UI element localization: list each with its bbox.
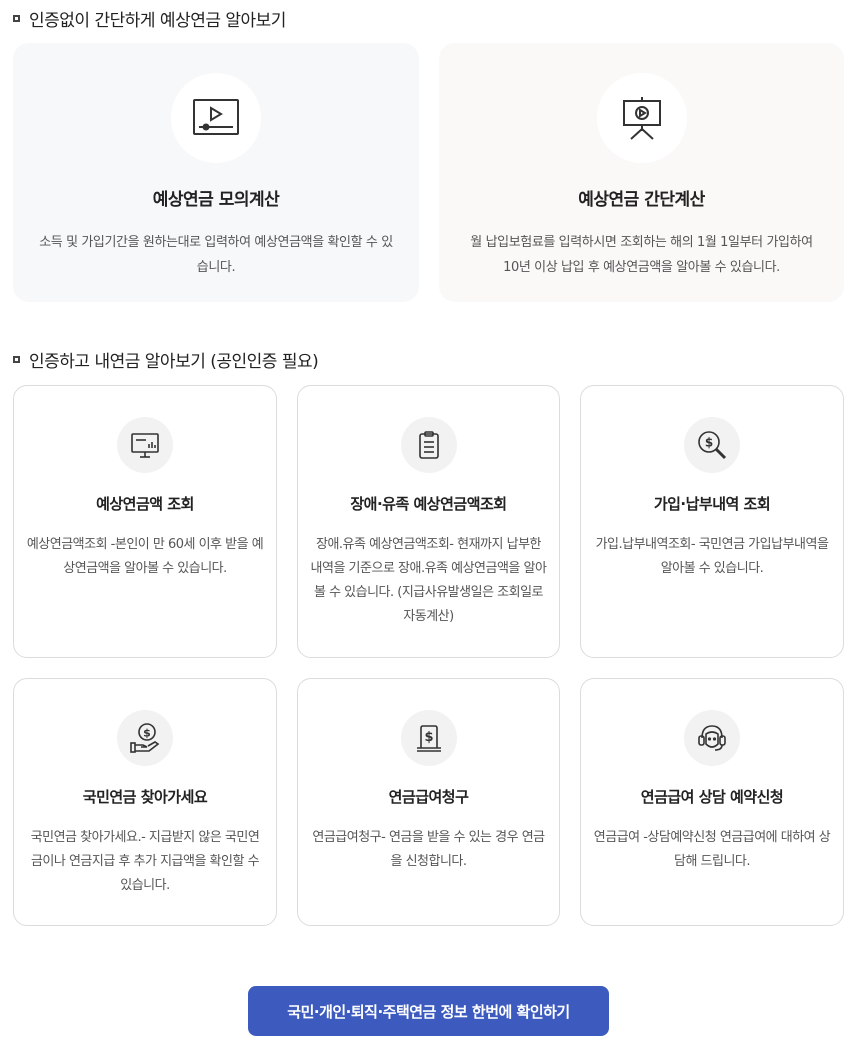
dollar-hand-icon: $ xyxy=(117,710,173,766)
section-title-simple: 인증없이 간단하게 예상연금 알아보기 xyxy=(13,6,286,31)
dollar-search-icon: $ xyxy=(684,417,740,473)
monitor-chart-icon xyxy=(117,417,173,473)
svg-text:$: $ xyxy=(705,436,713,450)
card-disability-survivor-inquiry[interactable]: 장애·유족 예상연금액조회 장애.유족 예상연금액조회- 현재까지 납부한 내역… xyxy=(297,385,560,658)
svg-text:$: $ xyxy=(424,730,433,745)
card-title: 가입·납부내역 조회 xyxy=(653,495,771,513)
card-expected-pension-inquiry[interactable]: 예상연금액 조회 예상연금액조회 -본인이 만 60세 이후 받을 예상연금액을… xyxy=(13,385,277,658)
card-find-pension[interactable]: $ 국민연금 찾아가세요 국민연금 찾아가세요.- 지급받지 않은 국민연금이나… xyxy=(13,678,277,926)
card-title: 예상연금 간단계산 xyxy=(578,190,705,210)
card-simple-calculation[interactable]: 예상연금 간단계산 월 납입보험료를 입력하시면 조회하는 해의 1월 1일부터… xyxy=(439,43,844,302)
card-subscription-payment-inquiry[interactable]: $ 가입·납부내역 조회 가입.납부내역조회- 국민연금 가입납부내역을 알아볼… xyxy=(580,385,844,658)
card-consultation-reservation[interactable]: 연금급여 상담 예약신청 연금급여 -상담예약신청 연금급여에 대하여 상담해 … xyxy=(580,678,844,926)
card-title: 국민연금 찾아가세요 xyxy=(82,788,208,806)
check-all-pensions-button[interactable]: 국민·개인·퇴직·주택연금 정보 한번에 확인하기 xyxy=(248,986,609,1036)
video-player-icon xyxy=(171,73,261,163)
card-description: 연금급여 -상담예약신청 연금급여에 대하여 상담해 드립니다. xyxy=(593,830,831,869)
card-mock-calculation[interactable]: 예상연금 모의계산 소득 및 가입기간을 원하는대로 입력하여 예상연금액을 확… xyxy=(13,43,419,302)
card-title: 연금급여청구 xyxy=(388,788,469,806)
headset-icon xyxy=(684,710,740,766)
card-description: 국민연금 찾아가세요.- 지급받지 않은 국민연금이나 연금지급 후 추가 지급… xyxy=(30,830,260,893)
card-description: 가입.납부내역조회- 국민연금 가입납부내역을 알아볼 수 있습니다. xyxy=(595,537,829,576)
svg-text:$: $ xyxy=(143,727,151,740)
card-title: 연금급여 상담 예약신청 xyxy=(640,788,784,806)
dollar-document-icon: $ xyxy=(400,710,457,766)
card-title: 장애·유족 예상연금액조회 xyxy=(350,495,507,513)
card-description: 예상연금액조회 -본인이 만 60세 이후 받을 예상연금액을 알아볼 수 있습… xyxy=(26,537,264,576)
card-title: 예상연금액 조회 xyxy=(96,495,194,513)
card-description: 장애.유족 예상연금액조회- 현재까지 납부한 내역을 기준으로 장애.유족 예… xyxy=(310,537,547,624)
card-description: 소득 및 가입기간을 원하는대로 입력하여 예상연금액을 확인할 수 있습니다. xyxy=(39,235,393,275)
card-title: 예상연금 모의계산 xyxy=(152,190,280,210)
card-pension-benefit-claim[interactable]: $ 연금급여청구 연금급여청구- 연금을 받을 수 있는 경우 연금을 신청합니… xyxy=(297,678,560,926)
presentation-icon xyxy=(596,73,687,163)
bullet-icon xyxy=(13,356,20,363)
clipboard-icon xyxy=(400,417,457,473)
card-description: 월 납입보험료를 입력하시면 조회하는 해의 1월 1일부터 가입하여 10년 … xyxy=(470,235,813,275)
card-description: 연금급여청구- 연금을 받을 수 있는 경우 연금을 신청합니다. xyxy=(312,830,545,869)
section-title-authenticated: 인증하고 내연금 알아보기 (공인인증 필요) xyxy=(13,347,319,372)
bullet-icon xyxy=(13,15,20,22)
